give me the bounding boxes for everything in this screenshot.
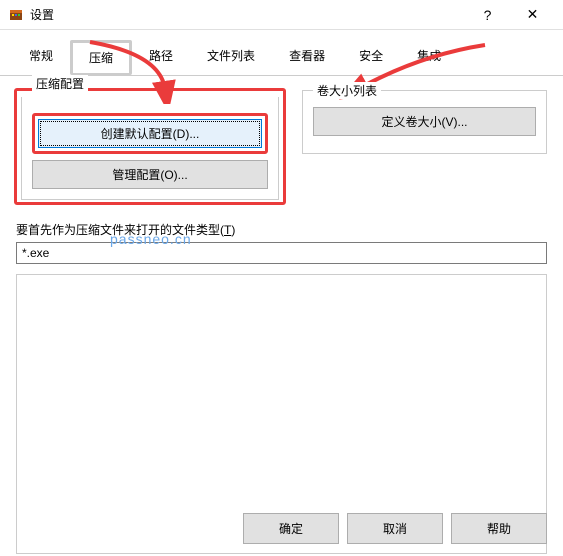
compress-group-highlight: 压缩配置 创建默认配置(D)... 管理配置(O)... [14, 88, 286, 205]
tab-path[interactable]: 路径 [132, 40, 190, 75]
tab-viewer[interactable]: 查看器 [272, 40, 342, 75]
cancel-button[interactable]: 取消 [347, 513, 443, 544]
groupbox-compress-profile: 压缩配置 创建默认配置(D)... 管理配置(O)... [21, 97, 279, 200]
filetype-field: 要首先作为压缩文件来打开的文件类型(T) [16, 221, 547, 264]
manage-profile-button[interactable]: 管理配置(O)... [32, 160, 268, 189]
tab-general[interactable]: 常规 [12, 40, 70, 75]
tab-filelist[interactable]: 文件列表 [190, 40, 272, 75]
tab-security[interactable]: 安全 [342, 40, 400, 75]
create-default-highlight: 创建默认配置(D)... [32, 113, 268, 154]
tab-compress[interactable]: 压缩 [70, 40, 132, 75]
filetype-label: 要首先作为压缩文件来打开的文件类型(T) [16, 221, 547, 238]
groupbox-volume-title: 卷大小列表 [313, 82, 381, 99]
groupbox-compress-title: 压缩配置 [32, 75, 88, 92]
define-volume-size-button[interactable]: 定义卷大小(V)... [313, 107, 536, 136]
footer-buttons: 确定 取消 帮助 [243, 513, 547, 544]
window-title: 设置 [30, 6, 465, 23]
app-icon [8, 7, 24, 23]
panel-border [16, 274, 547, 554]
content-area: 压缩配置 创建默认配置(D)... 管理配置(O)... 卷大小列表 定义卷大小… [0, 76, 563, 274]
help-button[interactable]: ? [465, 0, 510, 30]
ok-button[interactable]: 确定 [243, 513, 339, 544]
window-controls: ? ✕ [465, 0, 555, 30]
titlebar: 设置 ? ✕ [0, 0, 563, 30]
tab-integration[interactable]: 集成 [400, 40, 458, 75]
filetype-input[interactable] [16, 242, 547, 264]
help-button-footer[interactable]: 帮助 [451, 513, 547, 544]
create-default-profile-button[interactable]: 创建默认配置(D)... [38, 119, 262, 148]
groupbox-volume-list: 卷大小列表 定义卷大小(V)... [302, 90, 547, 154]
close-button[interactable]: ✕ [510, 0, 555, 30]
tab-bar: 常规 压缩 路径 文件列表 查看器 安全 集成 [0, 30, 563, 76]
